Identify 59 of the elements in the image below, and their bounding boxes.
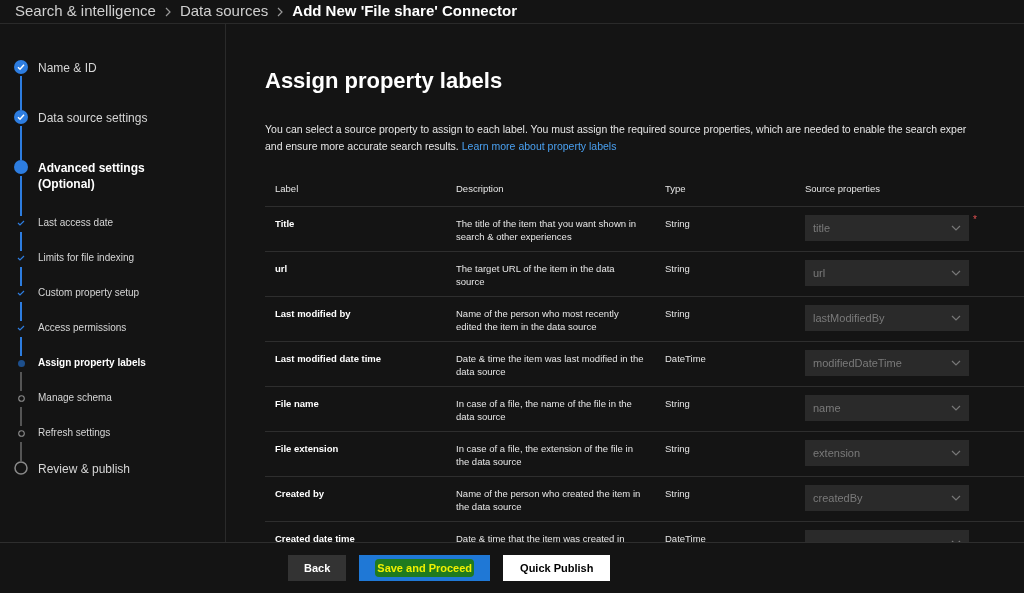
- label-cell-text: Title: [275, 217, 296, 231]
- description-cell-text: The target URL of the item in the data source: [456, 262, 616, 289]
- description-cell-text: The title of the item that you want shown in search & other experiences: [456, 217, 638, 244]
- intro-text: and ensure more accurate search results.: [265, 139, 459, 154]
- page-title: Assign property labels: [265, 67, 504, 95]
- step-label[interactable]: Name & ID: [38, 60, 188, 76]
- type-cell-text: String: [665, 397, 691, 411]
- step-label[interactable]: Access permissions: [38, 321, 188, 335]
- step-label[interactable]: Manage schema: [38, 391, 188, 405]
- type-cell-text: String: [665, 442, 691, 456]
- step-label[interactable]: Assign property labels: [38, 356, 188, 370]
- chevron-down-icon: [951, 360, 961, 366]
- breadcrumb-item[interactable]: Data sources: [179, 0, 269, 23]
- column-header: Label: [275, 182, 300, 197]
- quick-publish-button[interactable]: Quick Publish: [503, 555, 611, 581]
- step-label[interactable]: Refresh settings: [38, 426, 188, 440]
- label-cell-text: Created by: [275, 487, 326, 501]
- column-header: Type: [665, 182, 687, 197]
- type-cell-text: String: [665, 307, 691, 321]
- step-label[interactable]: Limits for file indexing: [38, 251, 188, 265]
- breadcrumb-item[interactable]: Search & intelligence: [15, 0, 156, 23]
- description-cell-text: Date & time that the item was created in: [456, 532, 626, 542]
- step-label[interactable]: Last access date: [38, 216, 188, 230]
- step-label[interactable]: Advanced settings (Optional): [38, 160, 188, 192]
- label-cell-text: url: [275, 262, 289, 276]
- label-cell-text: File extension: [275, 442, 340, 456]
- description-cell-text: Date & time the item was last modified in the data source: [456, 352, 645, 379]
- description-cell-text: Name of the person who most recently edited the item in the data source: [456, 307, 620, 334]
- chevron-down-icon: [951, 495, 961, 501]
- back-button[interactable]: Back: [288, 555, 347, 581]
- chevron-down-icon: [951, 450, 961, 456]
- type-cell-text: String: [665, 262, 691, 276]
- chevron-right-icon: [163, 5, 172, 18]
- learn-more-link[interactable]: Learn more about property labels: [461, 138, 617, 155]
- chevron-down-icon: [951, 270, 961, 276]
- type-cell-text: DateTime: [665, 532, 707, 542]
- description-cell-text: Name of the person who created the item in the data source: [456, 487, 642, 514]
- chevron-down-icon: [951, 225, 961, 231]
- column-header: Description: [456, 182, 505, 197]
- type-cell-text: String: [665, 487, 691, 501]
- label-cell-text: File name: [275, 397, 320, 411]
- label-cell-text: Last modified date time: [275, 352, 383, 366]
- column-header: Source properties: [805, 182, 881, 197]
- description-cell-text: In case of a file, the extension of the file in the data source: [456, 442, 634, 469]
- chevron-down-icon: [951, 315, 961, 321]
- intro-text: You can select a source property to assign to each label. You must assign the required source properties, which are needed to enable the search exper: [265, 122, 968, 137]
- breadcrumb-item: Add New 'File share' Connector: [292, 1, 517, 22]
- step-label[interactable]: Custom property setup: [38, 286, 188, 300]
- label-cell-text: Last modified by: [275, 307, 352, 321]
- required-marker: *: [973, 213, 977, 226]
- description-cell-text: In case of a file, the name of the file in the data source: [456, 397, 633, 424]
- step-label[interactable]: Review & publish: [38, 461, 188, 477]
- type-cell-text: DateTime: [665, 352, 707, 366]
- chevron-right-icon: [276, 5, 285, 18]
- label-cell-text: Created date time: [275, 532, 356, 542]
- type-cell-text: String: [665, 217, 691, 231]
- save-and-proceed-button[interactable]: Save and Proceed: [359, 555, 491, 581]
- chevron-down-icon: [951, 405, 961, 411]
- step-label[interactable]: Data source settings: [38, 110, 188, 126]
